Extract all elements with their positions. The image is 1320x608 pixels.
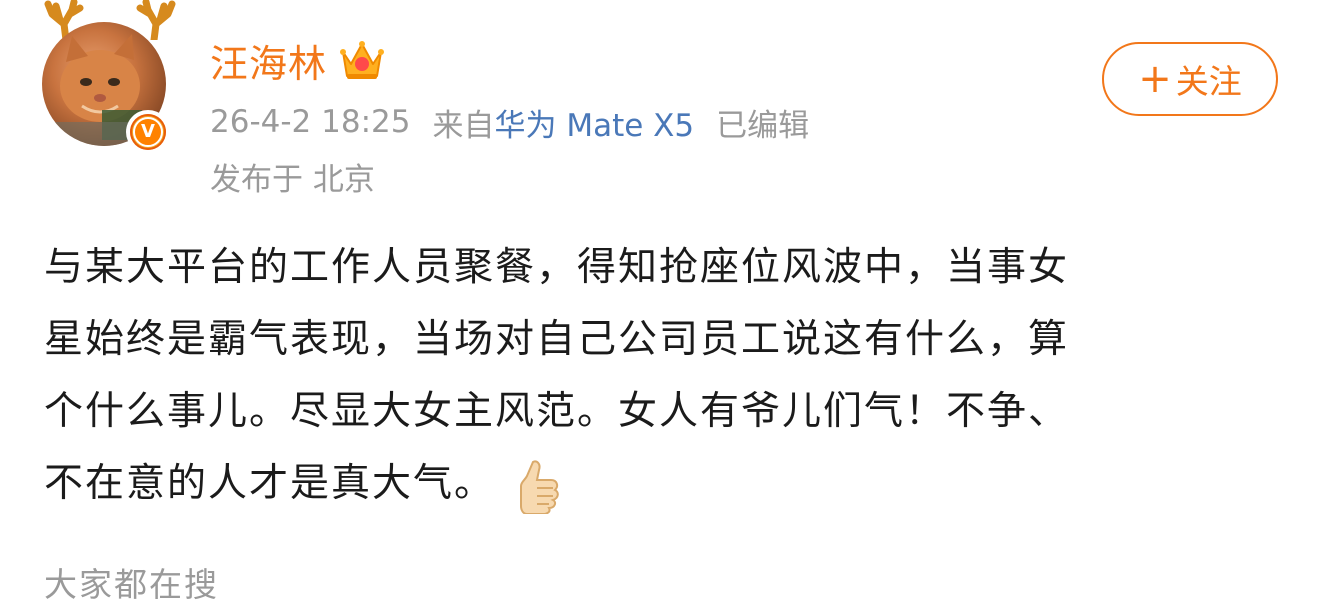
edited-label[interactable]: 已编辑 — [716, 100, 809, 145]
post-location: 发布于 北京 — [210, 154, 375, 198]
location-label: 发布于 北京 — [210, 161, 375, 198]
post-text-line-last: 不在意的人才是真大气。 — [44, 448, 1244, 520]
verified-badge: V — [126, 110, 170, 154]
trending-section-title: 大家都在搜 — [44, 565, 219, 604]
thumbs-up-icon — [520, 460, 559, 514]
follow-label: 关注 — [1175, 62, 1242, 101]
post-text-line: 不在意的人才是真大气。 — [44, 461, 496, 506]
author-avatar-block[interactable]: V — [34, 0, 184, 154]
plus-icon: + — [1138, 56, 1172, 102]
crown-icon[interactable] — [339, 38, 385, 82]
author-name-row: 汪海林 — [210, 34, 385, 86]
source-device-link[interactable]: 华为 Mate X5 — [494, 100, 694, 145]
weibo-post-page: V 汪海林 26-4-2 18:25 来自 华为 Mate X5 已编辑 发布于… — [0, 0, 1320, 608]
post-text-line: 个什么事儿。尽显大女主风范。女人有爷儿们气！不争、 — [44, 389, 1070, 434]
post-body: 与某大平台的工作人员聚餐，得知抢座位风波中，当事女 星始终是霸气表现，当场对自己… — [44, 232, 1244, 520]
post-text-line: 星始终是霸气表现，当场对自己公司员工说这有什么，算 — [44, 317, 1070, 362]
author-name[interactable]: 汪海林 — [210, 33, 327, 88]
post-meta: 26-4-2 18:25 来自 华为 Mate X5 已编辑 — [210, 100, 809, 144]
antler-icon — [136, 0, 176, 40]
post-timestamp: 26-4-2 18:25 — [210, 104, 411, 140]
follow-button[interactable]: + 关注 — [1102, 42, 1278, 116]
source-prefix: 来自 — [432, 107, 495, 144]
post-text-line: 与某大平台的工作人员聚餐，得知抢座位风波中，当事女 — [44, 245, 1070, 290]
